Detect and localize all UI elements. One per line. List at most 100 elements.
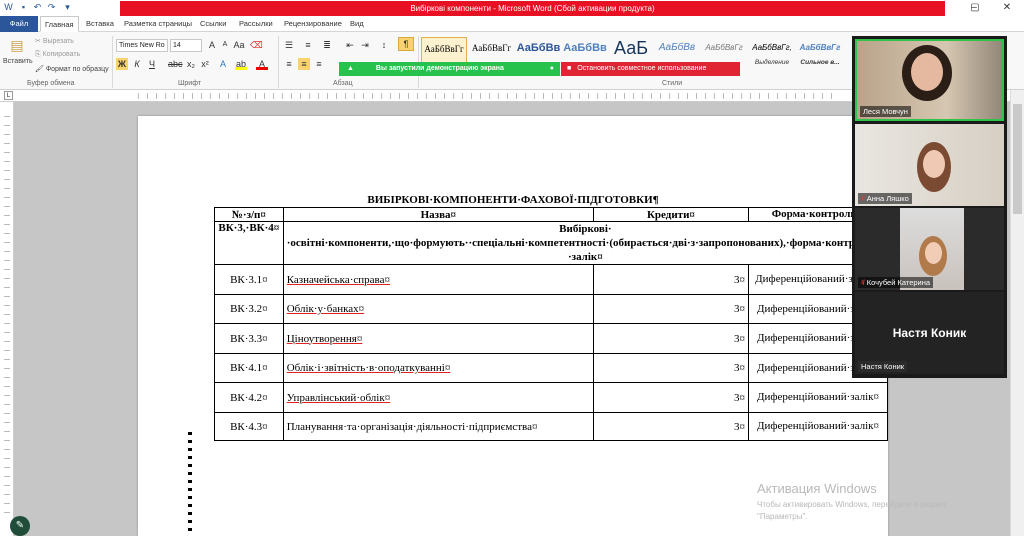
- highlight-icon[interactable]: ab: [235, 58, 247, 70]
- text-effects-icon[interactable]: A: [217, 58, 229, 70]
- activation-title: Активация Windows: [757, 481, 877, 496]
- style-preview: АаБбВвГг: [424, 44, 464, 54]
- table-row: ВК·3.2¤ Облік·у·банках¤ 3¤ Диференційова…: [214, 294, 889, 324]
- title-bar: W ▪ ↶ ↷ ▾ Вибіркові компоненти - Microso…: [0, 0, 1024, 16]
- clear-format-icon[interactable]: ⌫: [250, 39, 263, 51]
- document-page[interactable]: ВИБІРКОВІ·КОМПОНЕНТИ·ФАХОВОЇ·ПІДГОТОВКИ¶…: [138, 116, 889, 536]
- cut-label: Вырезать: [42, 38, 74, 45]
- tab-home[interactable]: Главная: [40, 16, 79, 32]
- change-case-icon[interactable]: Aa: [233, 39, 245, 51]
- numbering-icon[interactable]: ≡: [302, 39, 314, 51]
- bullets-icon[interactable]: ☰: [283, 39, 295, 51]
- stop-icon: ■: [567, 65, 572, 72]
- tab-file[interactable]: Файл: [0, 16, 38, 32]
- ribbon-tabs: Файл Главная Вставка Разметка страницы С…: [0, 16, 1024, 32]
- edit-pen-icon[interactable]: ✎: [10, 516, 30, 536]
- cut-button[interactable]: ✂ Вырезать: [35, 37, 74, 45]
- undo-icon[interactable]: ↶: [32, 2, 43, 13]
- participant-face: [925, 242, 942, 264]
- underline-icon[interactable]: Ч: [146, 58, 158, 70]
- show-marks-icon[interactable]: ¶: [398, 37, 414, 51]
- header-credits: Кредити¤: [592, 207, 749, 222]
- participant-name: Леся Мовчун: [860, 106, 911, 117]
- course-code: ВК·3.1¤: [214, 264, 284, 295]
- redo-icon[interactable]: ↷: [46, 2, 57, 13]
- style-preview: АаБбВвГг: [471, 43, 512, 53]
- style-intense-emphasis[interactable]: АаБбВвГг Сильное в...: [797, 37, 843, 69]
- course-control: Диференційований·залік¤: [747, 382, 889, 413]
- participant-name: ᶻ̸ Анна Ляшко: [858, 193, 912, 204]
- increase-indent-icon[interactable]: ⇥: [359, 39, 371, 51]
- italic-icon[interactable]: К: [131, 58, 143, 70]
- paste-icon[interactable]: ▤: [8, 36, 26, 54]
- font-size-select[interactable]: 14: [170, 39, 202, 52]
- sort-icon[interactable]: ↕: [378, 39, 390, 51]
- course-code: ВК·4.1¤: [214, 353, 284, 383]
- close-button[interactable]: ✕: [990, 0, 1024, 16]
- course-code: ВК·3.3¤: [214, 323, 284, 354]
- course-control: Диференційований·залік¤: [747, 412, 889, 441]
- subscript-icon[interactable]: x₂: [185, 58, 197, 70]
- header-number: №·з/п¤: [214, 207, 284, 222]
- style-preview: АаБбВвГг: [799, 43, 841, 52]
- grow-font-icon[interactable]: A: [206, 39, 218, 51]
- font-color-icon[interactable]: A: [256, 58, 268, 70]
- course-name: Казначейська·справа¤: [282, 264, 594, 295]
- save-icon[interactable]: ▪: [18, 2, 29, 13]
- copy-button[interactable]: ⎘ Копировать: [35, 51, 80, 59]
- course-credits: 3¤: [592, 382, 749, 413]
- vertical-scrollbar[interactable]: [1010, 90, 1024, 536]
- vertical-ruler[interactable]: [0, 102, 14, 536]
- maximize-button[interactable]: ▢: [958, 0, 992, 16]
- table-row: ВК·4.2¤ Управлінський·облік¤ 3¤ Диференц…: [214, 382, 889, 413]
- tab-mailings[interactable]: Рассылки: [235, 16, 277, 32]
- format-painter-button[interactable]: 🖌 Формат по образцу: [35, 65, 109, 73]
- superscript-icon[interactable]: x²: [199, 58, 211, 70]
- participant-face: [923, 150, 945, 178]
- table-row: ВК·3.1¤ Казначейська·справа¤ 3¤ Диференц…: [214, 264, 889, 295]
- participant-tile[interactable]: Настя Коник Настя Коник: [855, 292, 1004, 374]
- tab-selector-icon[interactable]: L: [4, 91, 13, 100]
- stop-sharing-button[interactable]: ■ Остановить совместное использование: [561, 62, 740, 76]
- style-emphasis[interactable]: АаБбВвГг, Выделение: [749, 37, 795, 69]
- font-name-select[interactable]: Times New Ro: [116, 39, 168, 52]
- customize-quick-access-icon[interactable]: ▾: [62, 2, 73, 13]
- paste-button[interactable]: Вставить: [3, 58, 33, 65]
- muted-mic-icon: ᶻ̸: [861, 278, 864, 287]
- screenshare-status-text: Вы запустили демонстрацию экрана: [375, 65, 504, 72]
- window-title: Вибіркові компоненти - Microsoft Word (С…: [120, 1, 945, 16]
- participant-tile[interactable]: Леся Мовчун: [855, 39, 1004, 121]
- font-group-label: Шрифт: [178, 80, 202, 87]
- course-name: Ціноутворення¤: [282, 323, 594, 354]
- table-row: ВК·3.3¤ Ціноутворення¤ 3¤ Диференційован…: [214, 323, 889, 354]
- align-left-icon[interactable]: ≡: [283, 58, 295, 70]
- style-preview: АаБбВв: [516, 42, 561, 54]
- participant-big-name: Настя Коник: [892, 326, 967, 340]
- style-preview: АаБ: [613, 38, 649, 58]
- tab-view[interactable]: Вид: [346, 16, 368, 32]
- screenshare-pin-icon: ▲: [347, 65, 354, 72]
- tab-insert[interactable]: Вставка: [82, 16, 118, 32]
- align-right-icon[interactable]: ≡: [313, 58, 325, 70]
- bold-icon[interactable]: Ж: [116, 58, 128, 70]
- align-center-icon[interactable]: ≡: [298, 58, 310, 70]
- multilevel-list-icon[interactable]: ≣: [321, 39, 333, 51]
- course-credits: 3¤: [592, 412, 749, 441]
- participant-tile[interactable]: ᶻ̸ Кочубей Катерина: [855, 208, 1004, 290]
- group-description: Вибіркові· ·освітні·компоненти,·що·форму…: [282, 221, 889, 265]
- course-name: Управлінський·облік¤: [282, 382, 594, 413]
- shrink-font-icon[interactable]: A: [219, 39, 231, 51]
- courses-table: №·з/п¤ Назва¤ Кредити¤ Форма·контролю¤ В…: [214, 207, 889, 441]
- style-preview: АаБбВвГг: [705, 43, 743, 52]
- screenshare-status: ▲ Вы запустили демонстрацию экрана ●: [339, 62, 560, 76]
- participant-tile[interactable]: ᶻ̸ Анна Ляшко: [855, 124, 1004, 206]
- tab-page-layout[interactable]: Разметка страницы: [120, 16, 196, 32]
- clipboard-group-label: Буфер обмена: [27, 80, 75, 87]
- strikethrough-icon[interactable]: abc: [168, 58, 183, 70]
- shield-icon: ●: [549, 65, 554, 72]
- decrease-indent-icon[interactable]: ⇤: [344, 39, 356, 51]
- tab-references[interactable]: Ссылки: [196, 16, 230, 32]
- tab-review[interactable]: Рецензирование: [280, 16, 346, 32]
- course-name: Планування·та·організація·діяльності·під…: [282, 412, 594, 441]
- scrollbar-thumb[interactable]: [1013, 104, 1022, 214]
